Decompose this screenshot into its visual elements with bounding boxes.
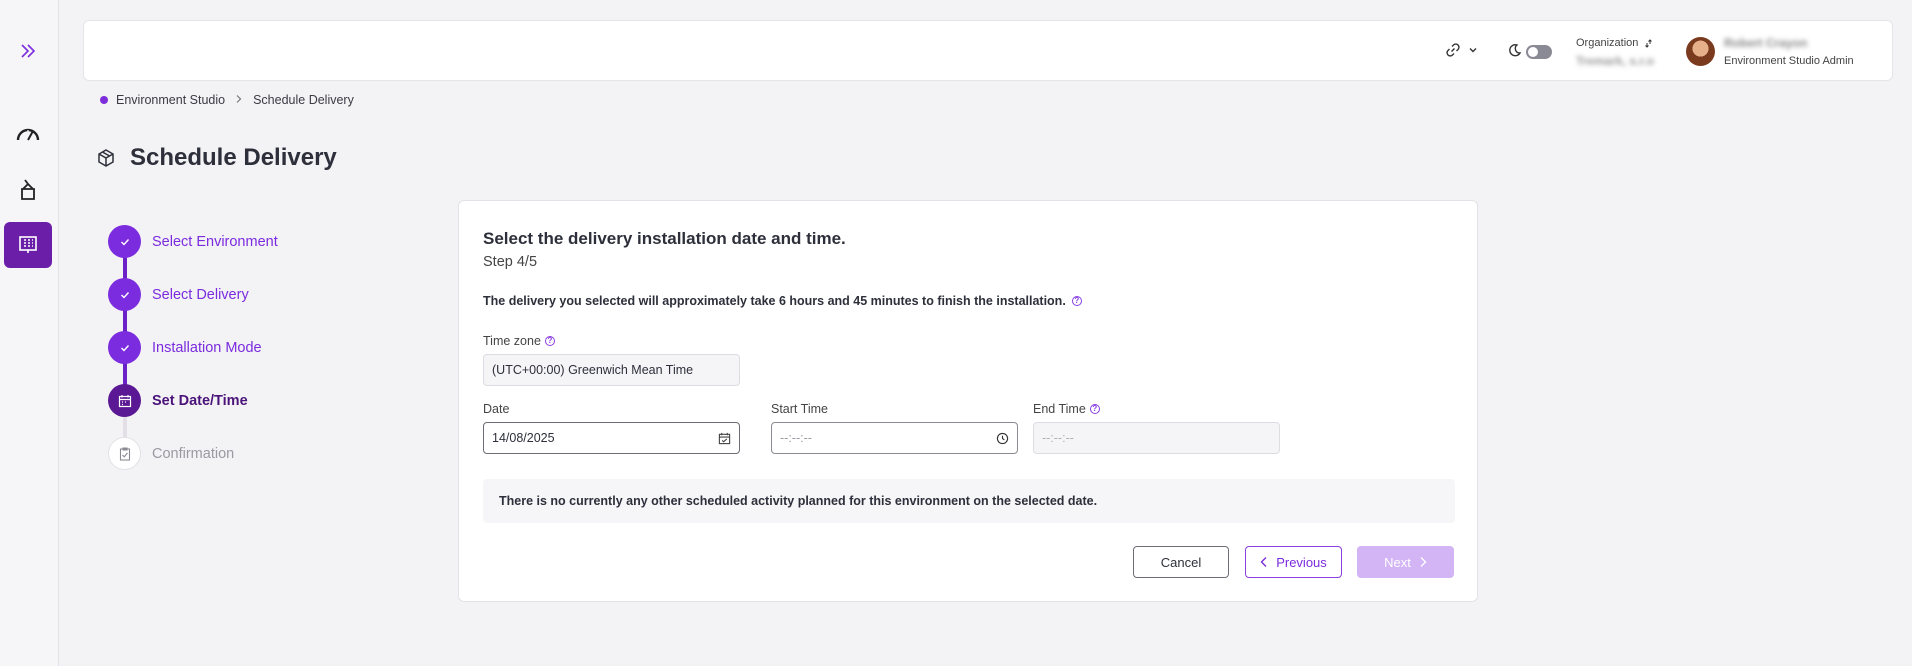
user-name: Robert Crayon: [1724, 36, 1808, 50]
grid-board-icon: [19, 236, 37, 253]
date-time-card: Select the delivery installation date an…: [458, 200, 1478, 602]
timezone-label: Time zone ?: [483, 334, 555, 348]
flask-icon: [21, 179, 35, 200]
package-icon: [98, 149, 114, 167]
breadcrumb: Environment Studio Schedule Delivery: [100, 93, 354, 107]
breadcrumb-item-schedule-delivery: Schedule Delivery: [253, 93, 354, 107]
breadcrumb-dot-icon: [100, 96, 108, 104]
calendar-icon: [108, 384, 141, 417]
end-time-label-text: End Time: [1033, 402, 1086, 416]
chevron-down-icon: [1469, 48, 1477, 53]
cancel-button[interactable]: Cancel: [1133, 546, 1229, 578]
step-check-icon: [108, 225, 141, 258]
step-select-delivery[interactable]: Select Delivery: [108, 278, 408, 311]
timezone-value: (UTC+00:00) Greenwich Mean Time: [492, 363, 694, 377]
chevron-right-icon: [235, 93, 243, 107]
organization-name: Tremark, s.r.o: [1576, 54, 1655, 68]
card-title: Select the delivery installation date an…: [483, 229, 846, 248]
next-button[interactable]: Next: [1357, 546, 1454, 578]
step-installation-mode[interactable]: Installation Mode: [108, 331, 408, 364]
link-icon: [1446, 43, 1460, 57]
date-label: Date: [483, 402, 510, 416]
installation-duration-info: The delivery you selected will approxima…: [483, 294, 1082, 308]
breadcrumb-item-environment-studio[interactable]: Environment Studio: [116, 93, 225, 107]
date-input[interactable]: 14/08/2025: [483, 422, 740, 454]
step-label: Select Environment: [152, 233, 278, 250]
step-label: Confirmation: [152, 445, 235, 462]
step-label: Set Date/Time: [152, 392, 248, 409]
start-time-label: Start Time: [771, 402, 828, 416]
cancel-button-label: Cancel: [1160, 554, 1202, 570]
step-set-date-time: Set Date/Time: [108, 384, 408, 417]
organization-switcher[interactable]: Organization Tremark, s.r.o: [1576, 37, 1654, 68]
gauge-icon: [16, 128, 40, 141]
step-label: Select Delivery: [152, 286, 249, 303]
page-header: Schedule Delivery: [96, 144, 337, 172]
step-label: Installation Mode: [152, 339, 262, 356]
end-time-field: --:--:--: [1033, 422, 1280, 454]
clipboard-check-icon: [108, 437, 141, 470]
link-menu-button[interactable]: [1446, 43, 1478, 57]
previous-button[interactable]: Previous: [1245, 546, 1342, 578]
end-time-value: --:--:--: [1042, 431, 1074, 445]
schedule-notice: There is no currently any other schedule…: [483, 479, 1455, 523]
chevron-left-icon: [1260, 557, 1267, 567]
step-check-icon: [108, 278, 141, 311]
dashboard-nav-button[interactable]: [4, 111, 52, 157]
calendar-icon[interactable]: [718, 432, 731, 445]
user-menu[interactable]: Robert Crayon Environment Studio Admin: [1724, 36, 1854, 67]
help-icon[interactable]: ?: [1089, 404, 1100, 414]
user-role: Environment Studio Admin: [1724, 55, 1854, 67]
chevron-right-icon: [1420, 557, 1427, 567]
step-check-icon: [108, 331, 141, 364]
card-step-counter: Step 4/5: [483, 254, 538, 270]
previous-button-label: Previous: [1276, 554, 1327, 570]
step-confirmation: Confirmation: [108, 437, 408, 470]
start-time-input[interactable]: --:--:--: [771, 422, 1018, 454]
step-select-environment[interactable]: Select Environment: [108, 225, 408, 258]
swap-icon: [1645, 38, 1653, 48]
help-icon[interactable]: ?: [544, 336, 555, 346]
installation-duration-text: The delivery you selected will approxima…: [483, 294, 1066, 308]
double-chevron-right-icon: [21, 44, 36, 58]
top-header: Organization Tremark, s.r.o Robert Crayo…: [83, 20, 1893, 81]
left-rail: [0, 0, 59, 666]
dark-mode-toggle[interactable]: [1526, 45, 1552, 59]
schedule-nav-button[interactable]: [4, 222, 52, 268]
clock-icon[interactable]: [996, 432, 1009, 445]
start-time-value: --:--:--: [780, 431, 812, 445]
date-value: 14/08/2025: [492, 431, 555, 445]
help-icon[interactable]: ?: [1071, 296, 1082, 306]
timezone-label-text: Time zone: [483, 334, 541, 348]
organization-label: Organization: [1576, 37, 1639, 49]
step-progress-line: [123, 241, 127, 401]
expand-rail-button[interactable]: [4, 28, 52, 74]
environments-nav-button[interactable]: [4, 167, 52, 213]
moon-icon: [1508, 43, 1522, 57]
timezone-field: (UTC+00:00) Greenwich Mean Time: [483, 354, 740, 386]
next-button-label: Next: [1384, 554, 1411, 570]
end-time-label: End Time ?: [1033, 402, 1100, 416]
avatar[interactable]: [1686, 37, 1715, 66]
page-title: Schedule Delivery: [130, 144, 337, 171]
